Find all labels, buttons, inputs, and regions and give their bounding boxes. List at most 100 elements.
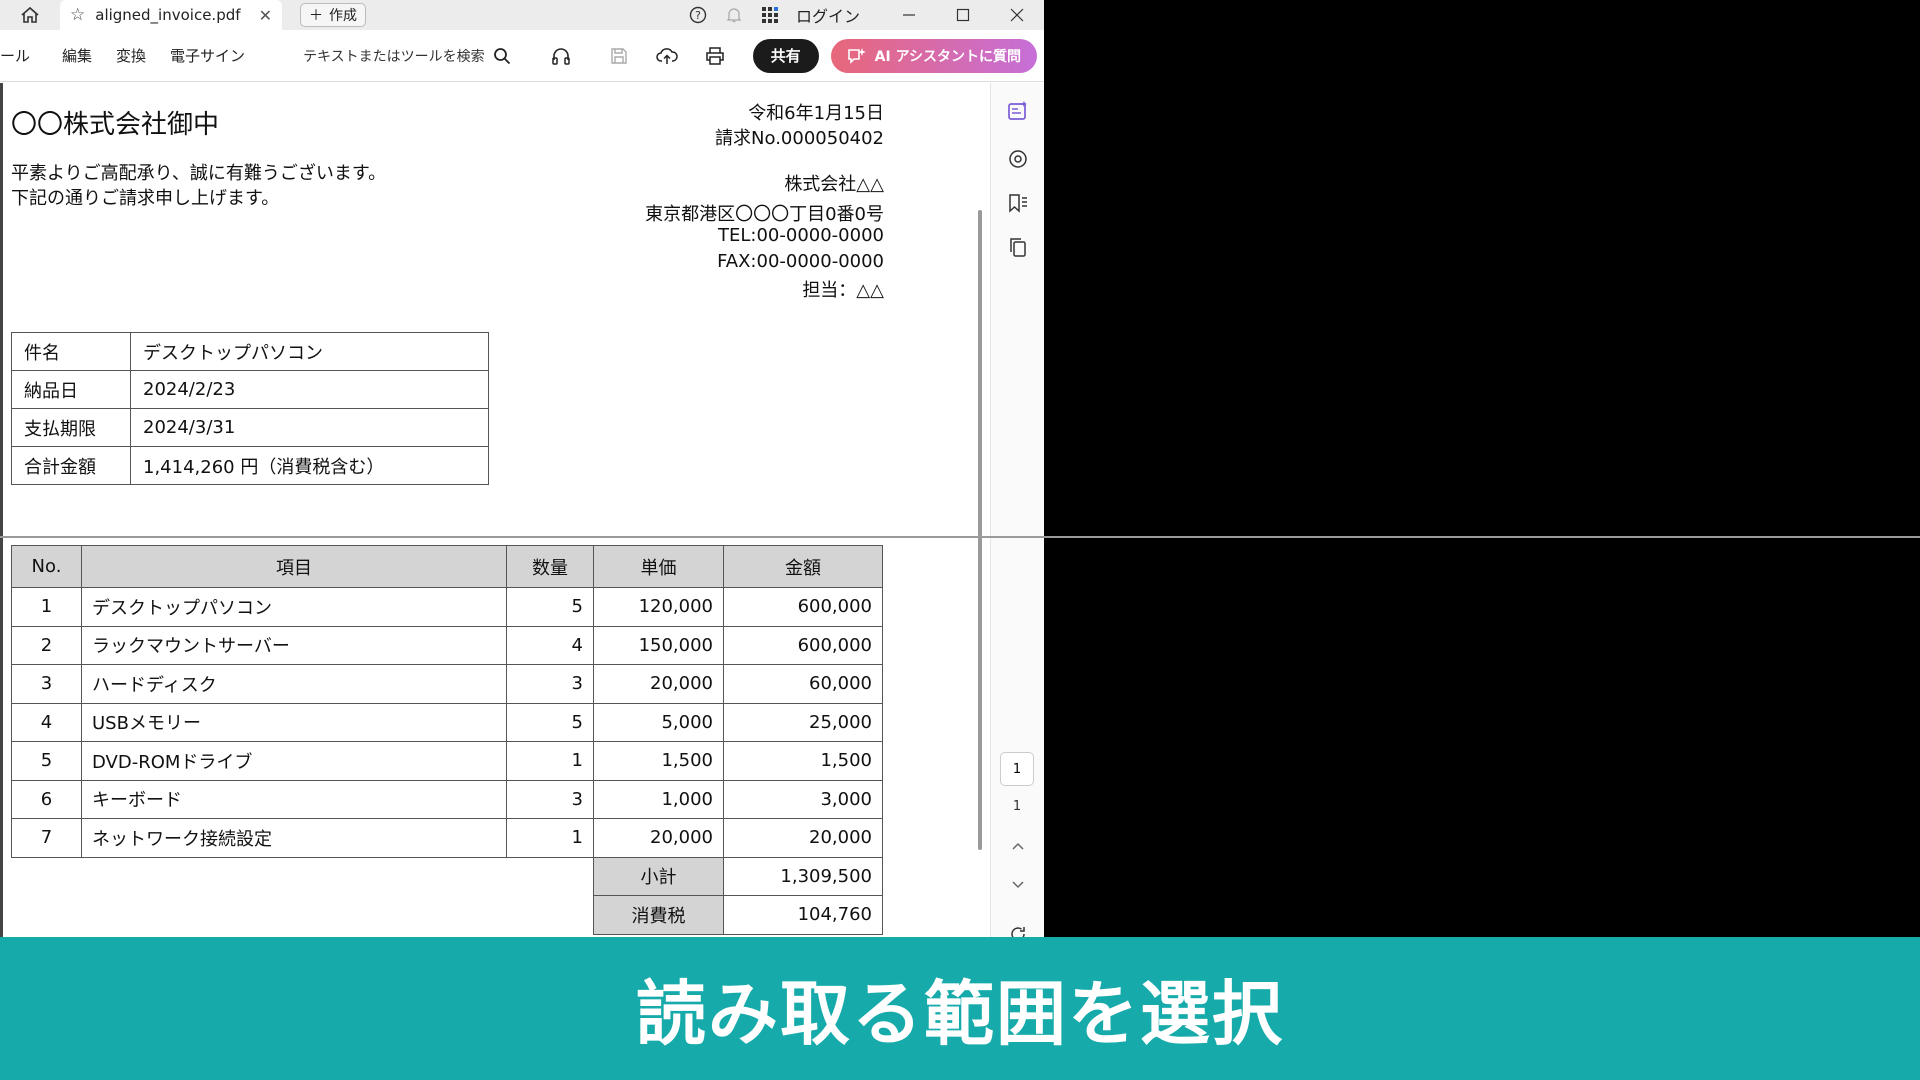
star-icon[interactable]: ☆	[70, 5, 85, 25]
home-button[interactable]	[0, 0, 60, 30]
summary-label: 件名	[11, 332, 131, 371]
close-window-button[interactable]	[990, 0, 1044, 30]
cell-price: 1,000	[593, 779, 724, 819]
ai-assistant-button[interactable]: AI アシスタントに質問	[830, 38, 1038, 73]
cell-item: ラックマウントサーバー	[81, 625, 507, 665]
table-row: 4 USBメモリー 5 5,000 25,000	[11, 702, 883, 742]
new-tab-label: 作成	[329, 8, 357, 24]
save-button[interactable]	[595, 47, 643, 65]
current-page-input[interactable]: 1	[1000, 752, 1034, 786]
issuer-company: 株式会社△△	[784, 174, 884, 195]
greeting-line-2: 下記の通りご請求申し上げます。	[11, 188, 280, 209]
help-button[interactable]: ?	[680, 6, 716, 24]
summary-label: 納品日	[11, 370, 131, 409]
comment-button[interactable]	[991, 149, 1044, 169]
invoice-addressee: 〇〇株式会社御中	[11, 110, 220, 140]
issuer-fax: FAX:00-0000-0000	[717, 251, 884, 272]
summary-label: 支払期限	[11, 408, 131, 447]
page-up-button[interactable]	[991, 841, 1044, 851]
pdf-viewer-window: ☆ aligned_invoice.pdf ✕ ＋ 作成 ? ログイン ール 編…	[0, 0, 1044, 1080]
read-aloud-button[interactable]	[537, 47, 585, 65]
summary-label: 合計金額	[11, 446, 131, 485]
title-bar-controls: ? ログイン	[680, 0, 1044, 30]
selection-crosshair-line	[0, 536, 1920, 538]
bookmark-button[interactable]	[991, 193, 1044, 213]
cell-no: 6	[11, 779, 82, 819]
cell-item: ハードディスク	[81, 664, 507, 704]
invoice-summary-table: 件名 デスクトップパソコン 納品日 2024/2/23 支払期限 2024/3/…	[11, 332, 489, 485]
minimize-icon	[903, 14, 915, 16]
cell-qty: 5	[506, 587, 594, 627]
table-row: 支払期限 2024/3/31	[11, 408, 489, 447]
search-icon	[493, 47, 510, 64]
total-pages: 1	[1012, 799, 1022, 814]
copy-pages-icon	[1010, 238, 1026, 257]
line-items-table: No. 項目 数量 単価 金額 1 デスクトップパソコン 5 120,000 6…	[11, 545, 883, 935]
col-amount: 金額	[723, 545, 883, 588]
menu-tools[interactable]: ール	[0, 45, 30, 66]
tax-label: 消費税	[593, 895, 724, 935]
ai-summary-icon	[1008, 101, 1027, 120]
cell-price: 150,000	[593, 625, 724, 665]
pdf-page[interactable]: 〇〇株式会社御中 令和6年1月15日 請求No.000050402 平素よりご高…	[0, 83, 990, 1080]
login-link[interactable]: ログイン	[796, 3, 860, 27]
cell-qty: 4	[506, 625, 594, 665]
print-button[interactable]	[691, 46, 739, 65]
cell-qty: 1	[506, 818, 594, 858]
maximize-icon	[956, 8, 970, 22]
cell-price: 120,000	[593, 587, 724, 627]
minimize-button[interactable]	[882, 0, 936, 30]
pages-button[interactable]	[991, 237, 1044, 257]
cell-amount: 1,500	[723, 741, 883, 781]
vertical-scrollbar[interactable]	[978, 210, 982, 850]
cell-qty: 1	[506, 741, 594, 781]
cell-item: USBメモリー	[81, 702, 507, 742]
cell-item: キーボード	[81, 779, 507, 819]
col-no: No.	[11, 545, 82, 588]
tax-value: 104,760	[723, 895, 883, 935]
menu-edit[interactable]: 編集	[62, 45, 92, 66]
col-item: 項目	[81, 545, 507, 588]
tab-title: aligned_invoice.pdf	[95, 6, 241, 24]
help-icon: ?	[689, 6, 707, 24]
notification-button[interactable]	[716, 6, 752, 24]
cell-amount: 60,000	[723, 664, 883, 704]
cell-amount: 600,000	[723, 625, 883, 665]
close-tab-icon[interactable]: ✕	[259, 6, 272, 25]
apps-grid-icon	[761, 7, 778, 23]
at-sign-icon	[1009, 150, 1027, 168]
chevron-up-icon	[1012, 842, 1024, 850]
bookmark-icon	[1009, 194, 1027, 213]
col-qty: 数量	[506, 545, 594, 588]
menu-convert[interactable]: 変換	[116, 45, 146, 66]
invoice-number: 請求No.000050402	[715, 128, 884, 149]
page-down-button[interactable]	[991, 880, 1044, 890]
summary-value: 1,414,260 円（消費税含む）	[130, 446, 489, 485]
cell-no: 4	[11, 702, 82, 742]
share-button[interactable]: 共有	[752, 38, 819, 73]
issuer-tel: TEL:00-0000-0000	[718, 225, 884, 246]
cell-item: ネットワーク接続設定	[81, 818, 507, 858]
maximize-button[interactable]	[936, 0, 990, 30]
apps-button[interactable]	[752, 6, 788, 24]
cell-no: 5	[11, 741, 82, 781]
table-row: 合計金額 1,414,260 円（消費税含む）	[11, 446, 489, 485]
document-tab[interactable]: ☆ aligned_invoice.pdf ✕	[60, 0, 282, 30]
invoice-date: 令和6年1月15日	[748, 103, 884, 124]
tool-search[interactable]: テキストまたはツールを検索	[303, 46, 511, 66]
cell-item: DVD-ROMドライブ	[81, 741, 507, 781]
cell-no: 2	[11, 625, 82, 665]
upload-button[interactable]	[643, 47, 691, 65]
table-row: 納品日 2024/2/23	[11, 370, 489, 409]
table-row: 3 ハードディスク 3 20,000 60,000	[11, 664, 883, 704]
ai-summary-button[interactable]	[991, 100, 1044, 122]
new-tab-button[interactable]: ＋ 作成	[300, 3, 366, 27]
cell-price: 20,000	[593, 818, 724, 858]
cell-no: 3	[11, 664, 82, 704]
cell-item: デスクトップパソコン	[81, 587, 507, 627]
cell-price: 1,500	[593, 741, 724, 781]
cell-qty: 5	[506, 702, 594, 742]
summary-value: デスクトップパソコン	[130, 332, 489, 371]
cloud-upload-icon	[655, 47, 678, 64]
menu-esign[interactable]: 電子サイン	[170, 45, 245, 66]
